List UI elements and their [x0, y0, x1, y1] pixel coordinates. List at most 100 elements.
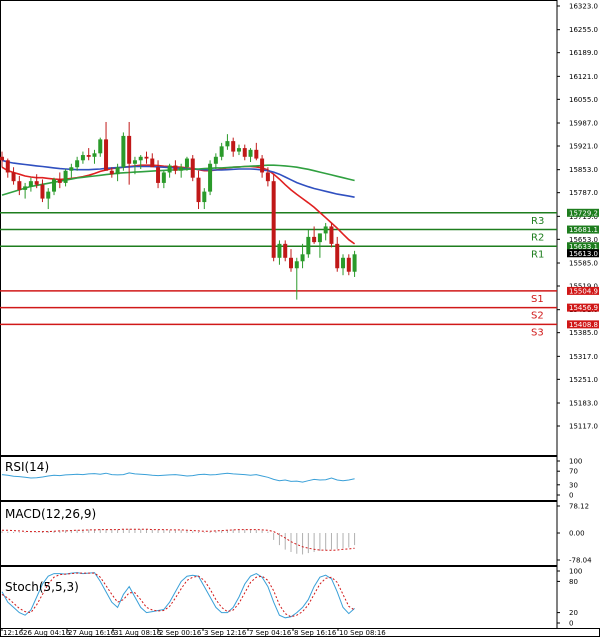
time-tick-label: 12:16 — [3, 629, 24, 637]
price-tick-label: 15987.0 — [569, 120, 598, 128]
candle-body — [335, 243, 340, 269]
price-tick-label: 15251.0 — [569, 376, 598, 384]
candle-body — [150, 158, 155, 168]
candle-body — [312, 236, 317, 243]
candle-body — [63, 170, 68, 183]
candle-body — [219, 146, 224, 157]
price-tick-label: 16121.0 — [569, 73, 598, 81]
level-label-r3: R3 — [531, 216, 544, 227]
candle-body — [17, 181, 22, 190]
candle-body — [109, 170, 114, 175]
candle-body — [92, 153, 97, 157]
price-tick-label: 15117.0 — [569, 423, 598, 431]
candle-body — [69, 167, 74, 171]
candle-body — [80, 155, 85, 161]
candle-body — [283, 243, 288, 258]
candle-body — [271, 181, 276, 258]
candle-body — [202, 191, 207, 203]
level-value-r2: 15681.1 — [569, 226, 598, 234]
candle-body — [40, 184, 45, 199]
current-price-label: 15613.0 — [569, 250, 598, 258]
candle-body — [0, 156, 4, 161]
candle-body — [5, 160, 10, 173]
candle-body — [179, 167, 184, 171]
candle-body — [184, 158, 189, 168]
price-tick-label: 16255.0 — [569, 26, 598, 34]
rsi-tick-label: 100 — [569, 458, 582, 466]
stoch-tick-label: 20 — [569, 609, 578, 617]
stoch-tick-label: 100 — [569, 568, 582, 576]
time-tick-label: 27 Aug 16:16 — [68, 629, 116, 637]
price-tick-label: 16323.0 — [569, 3, 598, 11]
price-tick-label: 16189.0 — [569, 49, 598, 57]
candle-body — [121, 135, 126, 168]
level-value-s3: 15408.8 — [569, 321, 598, 329]
level-label-r1: R1 — [531, 249, 544, 260]
candle-body — [115, 167, 120, 175]
macd-tick-label: -78.04 — [569, 557, 592, 565]
candle-body — [127, 135, 132, 164]
candle-body — [190, 158, 195, 178]
candle-body — [260, 158, 265, 173]
candle-body — [11, 172, 16, 182]
candle-body — [196, 177, 201, 203]
candle-body — [289, 257, 293, 269]
rsi-tick-label: 70 — [569, 468, 578, 476]
time-tick-label: 3 Sep 12:16 — [204, 629, 247, 637]
candle-body — [352, 254, 357, 272]
candle-body — [138, 156, 143, 161]
rsi-tick-label: 30 — [569, 481, 578, 489]
time-tick-label: 8 Sep 16:16 — [294, 629, 337, 637]
candle-body — [46, 191, 51, 199]
candle-body — [265, 172, 270, 182]
candle-body — [225, 141, 230, 147]
candle-body — [156, 167, 161, 183]
candle-body — [208, 163, 213, 192]
candle-body — [144, 156, 149, 159]
candle-body — [277, 243, 282, 258]
candle-body — [300, 254, 305, 262]
candle-body — [98, 139, 103, 154]
candle-body — [173, 165, 178, 171]
candle-body — [52, 179, 57, 192]
candle-body — [294, 261, 299, 269]
stoch-tick-label: 80 — [569, 578, 578, 586]
candle-body — [329, 226, 334, 244]
candle-body — [23, 186, 28, 190]
candle-body — [167, 165, 172, 173]
candle-body — [306, 236, 311, 255]
level-label-s1: S1 — [531, 294, 544, 305]
level-value-r3: 15729.2 — [569, 209, 598, 217]
candle-body — [86, 155, 91, 157]
stoch-title: Stoch(5,5,3) — [5, 580, 79, 594]
time-tick-label: 26 Aug 04:16 — [23, 629, 71, 637]
price-tick-label: 15853.0 — [569, 166, 598, 174]
price-tick-label: 15183.0 — [569, 400, 598, 408]
candle-body — [341, 257, 346, 269]
candle-body — [236, 148, 241, 152]
stoch-tick-label: 0 — [569, 620, 573, 628]
time-tick-label: 7 Sep 04:16 — [249, 629, 292, 637]
level-value-s1: 15504.9 — [569, 287, 598, 295]
macd-title: MACD(12,26,9) — [5, 507, 96, 521]
trading-chart: 16323.0 16255.0 16189.0 16121.0 16055.0 15987… — [0, 0, 600, 637]
level-label-s2: S2 — [531, 311, 544, 322]
price-tick-label: 15585.0 — [569, 260, 598, 268]
time-tick-label: 2 Sep 00:16 — [159, 629, 202, 637]
candle-body — [161, 172, 166, 183]
candle-body — [75, 160, 80, 168]
candle-body — [57, 179, 62, 183]
macd-tick-label: 78.12 — [569, 503, 589, 511]
level-label-r2: R2 — [531, 233, 544, 244]
time-tick-label: 31 Aug 08:16 — [114, 629, 162, 637]
time-axis: 12:16 26 Aug 04:1627 Aug 16:1631 Aug 08:1… — [1, 628, 386, 637]
candle-body — [132, 160, 137, 164]
candle-body — [34, 181, 39, 185]
candle-body — [248, 149, 253, 157]
candle-body — [323, 226, 328, 234]
rsi-title: RSI(14) — [5, 460, 49, 474]
price-tick-label: 15317.0 — [569, 353, 598, 361]
level-label-s3: S3 — [531, 327, 544, 338]
time-tick-label: 10 Sep 08:16 — [339, 629, 386, 637]
candle-body — [231, 141, 236, 152]
